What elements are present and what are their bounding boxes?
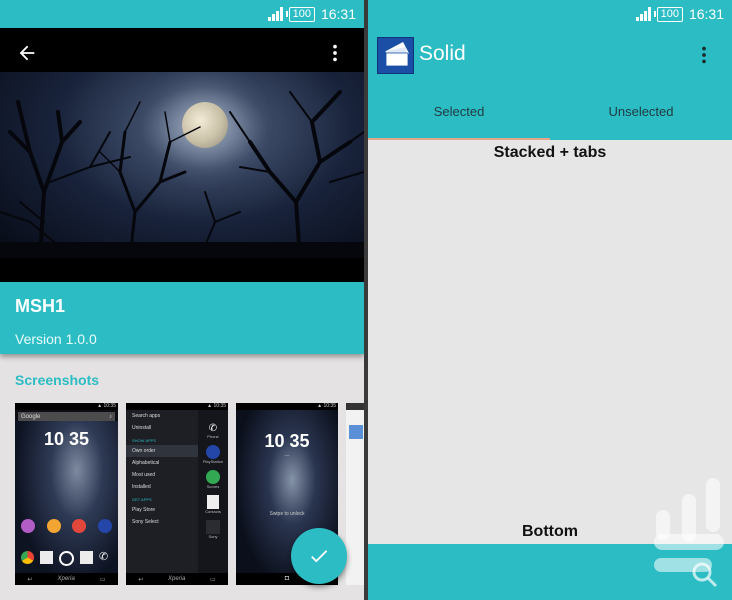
contacts-icon xyxy=(207,495,219,509)
home-app-row xyxy=(21,519,112,533)
status-bar: 100 16:31 xyxy=(368,0,732,28)
messaging-icon xyxy=(80,551,93,564)
lock-date: — xyxy=(284,453,290,459)
screenshot-thumbnail[interactable] xyxy=(346,403,364,585)
side-app-label: Contacts xyxy=(205,509,221,514)
install-fab[interactable] xyxy=(291,528,347,584)
app-title: Solid xyxy=(419,42,466,65)
menu-item: Own order xyxy=(126,445,198,457)
lock-clock: 10 35 xyxy=(264,431,310,451)
phone-icon: ✆ xyxy=(99,551,109,563)
battery-indicator: 100 xyxy=(653,6,683,22)
signal-icon xyxy=(635,7,651,21)
hero-header xyxy=(0,28,364,282)
menu-item: Installed xyxy=(132,484,151,490)
tab-bar: Selected Unselected xyxy=(368,92,732,140)
menu-section: GET APPS xyxy=(132,497,152,502)
back-nav-icon: ↩ xyxy=(138,576,144,583)
scores-icon xyxy=(206,470,220,484)
screenshots-heading: Screenshots xyxy=(15,372,100,388)
apps-drawer-icon xyxy=(59,551,74,566)
menu-item: Sony Select xyxy=(132,519,159,525)
sony-icon xyxy=(206,520,220,534)
side-app-label: Scores xyxy=(206,484,220,489)
status-bar: 100 16:31 xyxy=(0,0,364,28)
brand-label: Xperia xyxy=(167,576,186,582)
app-info-card: MSH1 Version 1.0.0 xyxy=(0,282,364,354)
app-icon xyxy=(46,519,61,533)
recents-nav-icon: ▭ xyxy=(209,576,216,583)
side-app-label: Phone xyxy=(207,434,219,439)
back-nav-icon: ↩ xyxy=(27,576,33,583)
check-icon xyxy=(311,550,328,563)
store-watermark-logo xyxy=(654,478,724,588)
clock-widget: 10 35 xyxy=(43,429,90,449)
app-toolbar: Solid Selected Unselected xyxy=(368,28,732,140)
app-logo xyxy=(377,37,414,74)
screenshot-thumbnail[interactable]: ▲ 10:35 Search apps Uninstall SHOW APPS … xyxy=(126,403,228,585)
side-app-label: Sony xyxy=(208,534,218,539)
hero-image xyxy=(0,72,364,258)
overflow-menu-icon[interactable] xyxy=(693,44,715,66)
menu-item: Search apps xyxy=(132,413,161,419)
tab-indicator xyxy=(368,138,550,140)
tab-unselected[interactable]: Unselected xyxy=(550,92,732,140)
menu-item: Most used xyxy=(132,472,156,478)
recents-nav-icon: ▭ xyxy=(99,576,106,583)
phone-icon: ✆ xyxy=(208,423,218,434)
status-time: 16:31 xyxy=(688,6,724,22)
status-time: 16:31 xyxy=(320,6,356,22)
signal-icon xyxy=(267,7,283,21)
brand-label: Xperia xyxy=(57,576,75,582)
contact-avatar xyxy=(349,425,363,439)
menu-item: Uninstall xyxy=(132,425,152,431)
content-heading: Stacked + tabs xyxy=(493,144,607,161)
drawer-menu: Search apps Uninstall SHOW APPS Own orde… xyxy=(126,410,198,573)
side-app-label: PlayStation xyxy=(202,459,224,464)
store-icon xyxy=(40,551,53,564)
cards-logo-icon xyxy=(385,42,410,67)
dock-row: ✆ xyxy=(21,551,112,566)
overflow-menu-icon[interactable] xyxy=(324,42,346,64)
back-arrow-icon[interactable] xyxy=(16,42,38,64)
menu-item: Play Store xyxy=(132,507,156,513)
app-title: MSH1 xyxy=(15,296,66,316)
app-detail-screen: 100 16:31 MSH1 Version 1.0.0 Screenshots… xyxy=(0,0,364,600)
mic-icon: ♪ xyxy=(109,413,112,420)
trees-silhouette xyxy=(0,90,364,258)
playstation-icon xyxy=(97,519,112,533)
google-search-bar: Google ♪ xyxy=(18,412,115,421)
drawer-side-apps: ✆ Phone PlayStation Scores Contacts Sony xyxy=(200,423,226,539)
chrome-icon xyxy=(21,551,34,564)
menu-section: SHOW APPS xyxy=(132,438,157,443)
screenshot-thumbnail[interactable]: ▲ 10:35 Google ♪ 10 35 ✆ ↩ Xperia ▭ xyxy=(15,403,118,585)
swipe-hint: Swipe to unlock xyxy=(269,511,305,517)
tab-selected[interactable]: Selected xyxy=(368,92,550,140)
nav-bar: ↩ Xperia ▭ xyxy=(15,573,118,585)
app-icon xyxy=(21,519,35,533)
battery-indicator: 100 xyxy=(285,6,315,22)
menu-item: Alphabetical xyxy=(132,460,160,466)
google-label: Google xyxy=(21,413,41,420)
nav-bar: ↩ Xperia ▭ xyxy=(126,573,228,585)
playstation-icon xyxy=(206,445,220,459)
app-icon xyxy=(72,519,87,533)
app-version: Version 1.0.0 xyxy=(15,331,97,347)
